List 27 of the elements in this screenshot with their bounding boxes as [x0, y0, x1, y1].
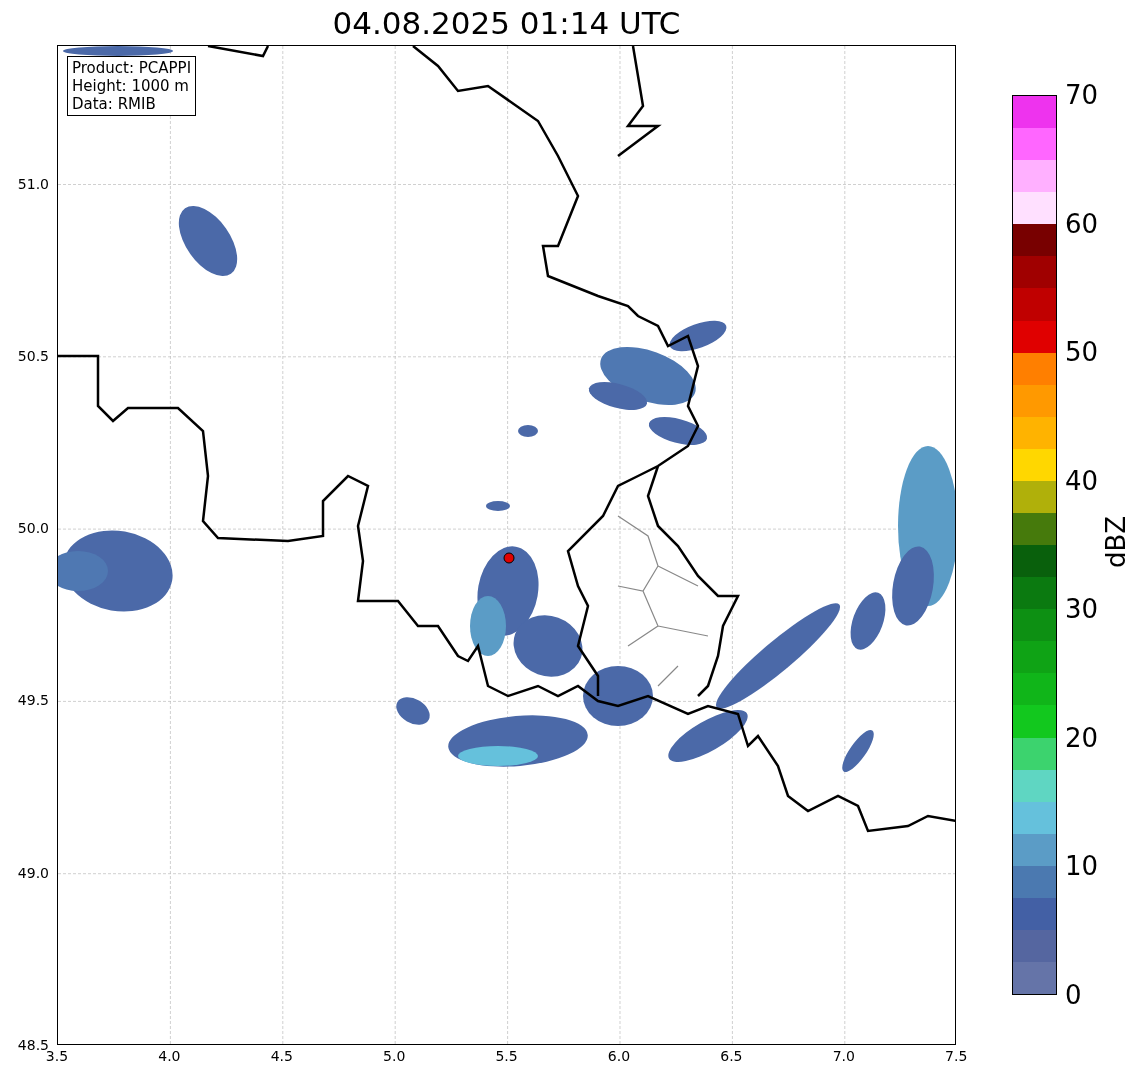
y-tick-label: 49.5 — [17, 691, 49, 710]
x-tick-label: 7.0 — [831, 1047, 856, 1065]
x-tick-label: 6.0 — [606, 1047, 632, 1065]
colorbar-tick-label: 50 — [1065, 337, 1099, 368]
x-tick-label: 4.5 — [269, 1047, 294, 1065]
y-tick-label: 50.0 — [17, 519, 49, 538]
colorbar-tick-label: 20 — [1065, 722, 1099, 753]
colorbar-label: dBZ — [1101, 515, 1132, 569]
x-tick-label: 6.5 — [719, 1047, 744, 1065]
x-tick-label: 5.0 — [382, 1047, 407, 1065]
radar-site-marker — [503, 552, 515, 564]
colorbar-tick-label: 30 — [1065, 594, 1099, 625]
colorbar-tick-label: 0 — [1065, 980, 1082, 1010]
colorbar-tick-label: 70 — [1065, 80, 1099, 110]
info-text: Data: RMIB — [72, 95, 157, 113]
colorbar-tick-label: 60 — [1065, 208, 1099, 239]
info-text: Product: PCAPPI — [72, 59, 192, 77]
x-tick-label: 4.0 — [157, 1047, 182, 1065]
colorbar-tick-label: 10 — [1065, 851, 1099, 882]
y-tick-label: 51.0 — [17, 174, 49, 193]
info-text: Height: 1000 m — [72, 77, 190, 95]
map-title: 04.08.2025 01:14 UTC — [332, 4, 681, 41]
y-tick-label: 50.5 — [17, 346, 49, 365]
colorbar-tick-label: 40 — [1065, 465, 1099, 496]
y-tick-label: 49.0 — [17, 863, 49, 882]
x-tick-label: 5.5 — [494, 1047, 519, 1065]
x-tick-label: 7.5 — [944, 1047, 969, 1065]
